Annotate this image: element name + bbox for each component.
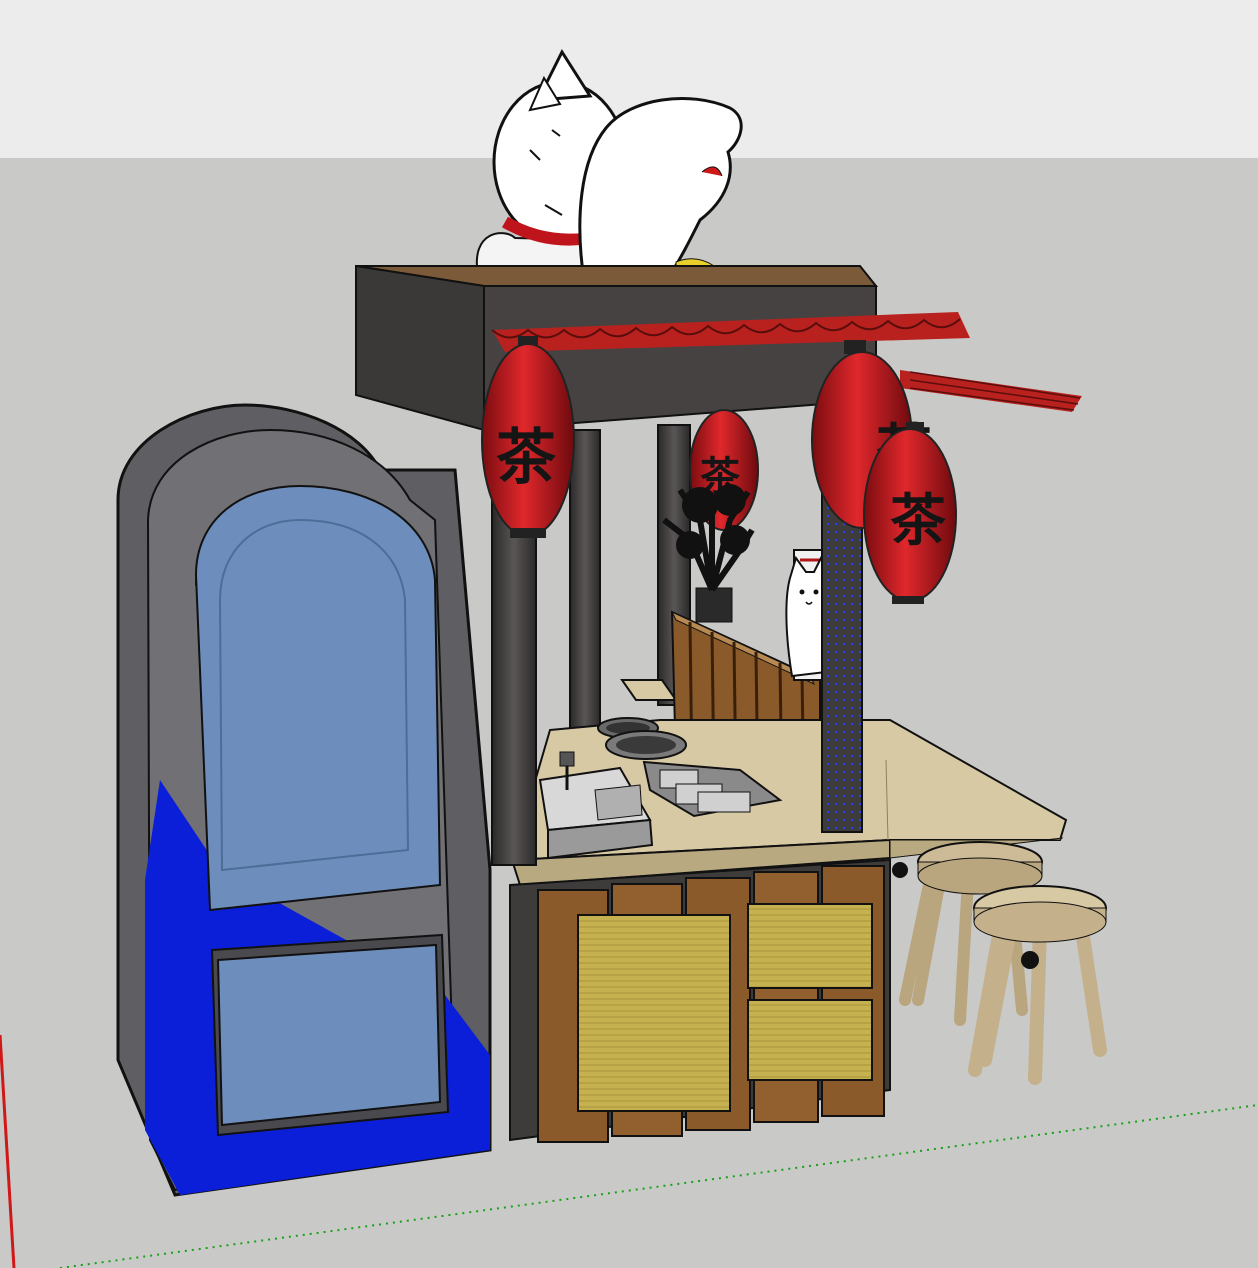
- counter-cabinet[interactable]: [509, 858, 891, 1143]
- cabinet-drawer-bottom[interactable]: [747, 999, 873, 1081]
- modeling-viewport[interactable]: 茶 茶 茶: [0, 0, 1258, 1268]
- cabinet-door-left[interactable]: [577, 914, 731, 1112]
- 3d-scene[interactable]: 茶 茶 茶: [0, 0, 1258, 1268]
- lantern-kanji-text: 茶: [890, 488, 946, 554]
- fridge-glass-lower[interactable]: [216, 943, 442, 1127]
- drinks-fridge[interactable]: [116, 403, 492, 1197]
- fridge-glass-upper[interactable]: [194, 484, 442, 912]
- lantern-kanji-text: 茶: [496, 423, 557, 493]
- cabinet-drawer-top[interactable]: [747, 903, 873, 989]
